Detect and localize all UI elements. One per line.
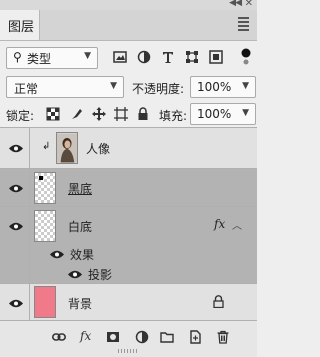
layer-thumbnail <box>56 132 78 164</box>
search-icon: ⚲ <box>13 50 22 64</box>
lock-image-pixels-icon[interactable] <box>70 107 84 121</box>
lock-label: 锁定: <box>6 109 35 123</box>
add-mask-icon[interactable] <box>106 330 120 344</box>
chevron-down-icon: ▼ <box>242 81 249 91</box>
layer-name: 黑底 <box>68 182 93 196</box>
chevron-down-icon: ▼ <box>110 81 117 91</box>
lock-artboard-icon[interactable] <box>114 107 128 121</box>
effect-item-label: 投影 <box>88 268 113 282</box>
layer-row-background[interactable]: 背景 <box>0 284 257 321</box>
clipping-mask-icon: ↲ <box>42 141 51 152</box>
effects-row[interactable]: 效果 <box>0 244 257 264</box>
tab-layers[interactable]: 图层 <box>0 10 40 40</box>
new-group-icon[interactable] <box>160 330 174 344</box>
filter-kind-select[interactable]: ⚲ 类型 ▼ <box>6 47 98 69</box>
chevron-down-icon: ▼ <box>242 108 249 118</box>
lock-position-icon[interactable] <box>92 107 106 121</box>
image-filter-icon[interactable] <box>113 50 127 64</box>
smart-object-filter-icon[interactable] <box>209 50 223 64</box>
layer-fx-badge[interactable]: fx <box>214 217 225 231</box>
panel-menu-icon[interactable] <box>238 17 249 33</box>
eye-icon[interactable] <box>50 250 64 259</box>
chevron-down-icon: ▼ <box>84 51 91 61</box>
adjustment-layer-icon[interactable] <box>135 330 149 344</box>
layer-name: 白底 <box>68 220 93 234</box>
layer-row-white-bg[interactable]: 白底 fx ︿ <box>0 207 257 244</box>
type-filter-icon[interactable] <box>161 50 175 64</box>
effect-item-row[interactable]: 投影 <box>0 264 257 284</box>
layer-thumbnail <box>34 286 56 318</box>
effects-label: 效果 <box>70 248 95 262</box>
double-chevron-left-icon[interactable]: ◀◀ <box>229 0 242 8</box>
delete-icon[interactable] <box>216 330 230 344</box>
filter-toggle-icon[interactable] <box>240 48 252 66</box>
visibility-column <box>0 264 30 283</box>
fill-value: 100% <box>197 107 232 121</box>
blend-mode-select[interactable]: 正常 ▼ <box>6 76 124 98</box>
tab-label: 图层 <box>8 20 35 35</box>
layer-row-portrait[interactable]: ↲ 人像 <box>0 128 257 169</box>
adjustment-filter-icon[interactable] <box>137 50 151 64</box>
layer-name: 背景 <box>68 297 93 311</box>
lock-transparent-pixels-icon[interactable] <box>46 107 60 121</box>
fill-field[interactable]: 100% ▼ <box>190 103 256 125</box>
layer-name: 人像 <box>86 142 111 156</box>
eye-icon[interactable] <box>68 270 82 279</box>
opacity-field[interactable]: 100% ▼ <box>190 76 256 98</box>
new-layer-icon[interactable] <box>188 330 202 344</box>
layer-thumbnail <box>34 210 56 242</box>
opacity-label: 不透明度: <box>132 82 185 96</box>
eye-icon[interactable] <box>9 222 23 231</box>
layer-row-black-bg[interactable]: 黑底 <box>0 169 257 207</box>
lock-icon <box>213 295 224 308</box>
eye-icon[interactable] <box>9 144 23 153</box>
close-icon[interactable]: ✕ <box>245 0 253 9</box>
fx-icon[interactable]: fx <box>80 329 91 343</box>
panel-top-strip <box>0 0 257 10</box>
link-layers-icon[interactable] <box>52 330 66 344</box>
lock-all-icon[interactable] <box>136 107 150 121</box>
layers-list: ↲ 人像 黑底 白底 fx ︿ 效果 投影 背景 <box>0 127 257 321</box>
blend-mode-value: 正常 <box>14 82 39 96</box>
eye-icon[interactable] <box>9 299 23 308</box>
layer-thumbnail <box>34 172 56 204</box>
fill-label: 填充: <box>159 109 188 123</box>
resize-grip[interactable] <box>118 349 138 353</box>
shape-filter-icon[interactable] <box>185 50 199 64</box>
visibility-column <box>0 244 30 264</box>
opacity-value: 100% <box>197 80 232 94</box>
filter-kind-label: 类型 <box>27 52 52 66</box>
eye-icon[interactable] <box>9 184 23 193</box>
collapse-effects-icon[interactable]: ︿ <box>232 217 242 232</box>
